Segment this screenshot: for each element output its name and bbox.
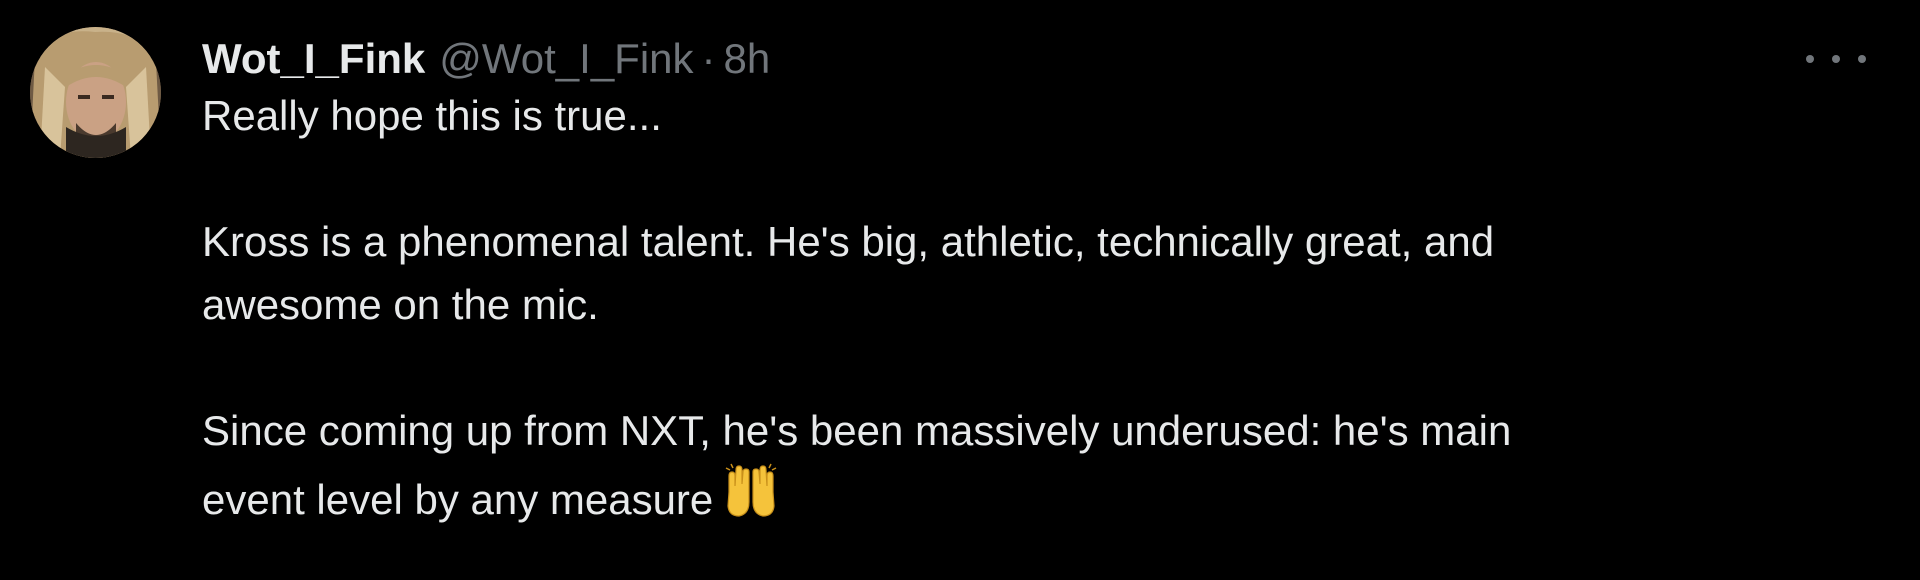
more-options-icon (1806, 55, 1814, 63)
paragraph-3: Since coming up from NXT, he's been mass… (202, 399, 1762, 531)
paragraph-2: Kross is a phenomenal talent. He's big, … (202, 210, 1762, 336)
text-line: awesome on the mic. (202, 281, 599, 328)
user-handle[interactable]: @Wot_I_Fink (439, 28, 693, 90)
avatar-image (30, 27, 161, 158)
text-line: event level by any measure (202, 476, 714, 523)
more-options-icon-dot (1832, 55, 1840, 63)
separator-dot: · (701, 35, 716, 82)
more-options-icon-dot (1858, 55, 1866, 63)
timestamp[interactable]: 8h (724, 28, 771, 90)
raising-hands-icon (723, 462, 779, 520)
tweet-text: Really hope this is true... Kross is a p… (202, 84, 1762, 531)
tweet-header: Wot_I_Fink @Wot_I_Fink · 8h (202, 28, 1762, 90)
text-line: Really hope this is true... (202, 92, 662, 139)
paragraph-1: Really hope this is true... (202, 84, 1762, 147)
avatar[interactable] (30, 27, 161, 158)
display-name[interactable]: Wot_I_Fink (202, 28, 425, 90)
more-options-button[interactable] (1806, 44, 1866, 74)
tweet[interactable]: Wot_I_Fink @Wot_I_Fink · 8h Really hope … (0, 0, 1920, 580)
tweet-content: Wot_I_Fink @Wot_I_Fink · 8h Really hope … (202, 28, 1762, 531)
text-line: Since coming up from NXT, he's been mass… (202, 407, 1512, 454)
text-line: Kross is a phenomenal talent. He's big, … (202, 218, 1495, 265)
